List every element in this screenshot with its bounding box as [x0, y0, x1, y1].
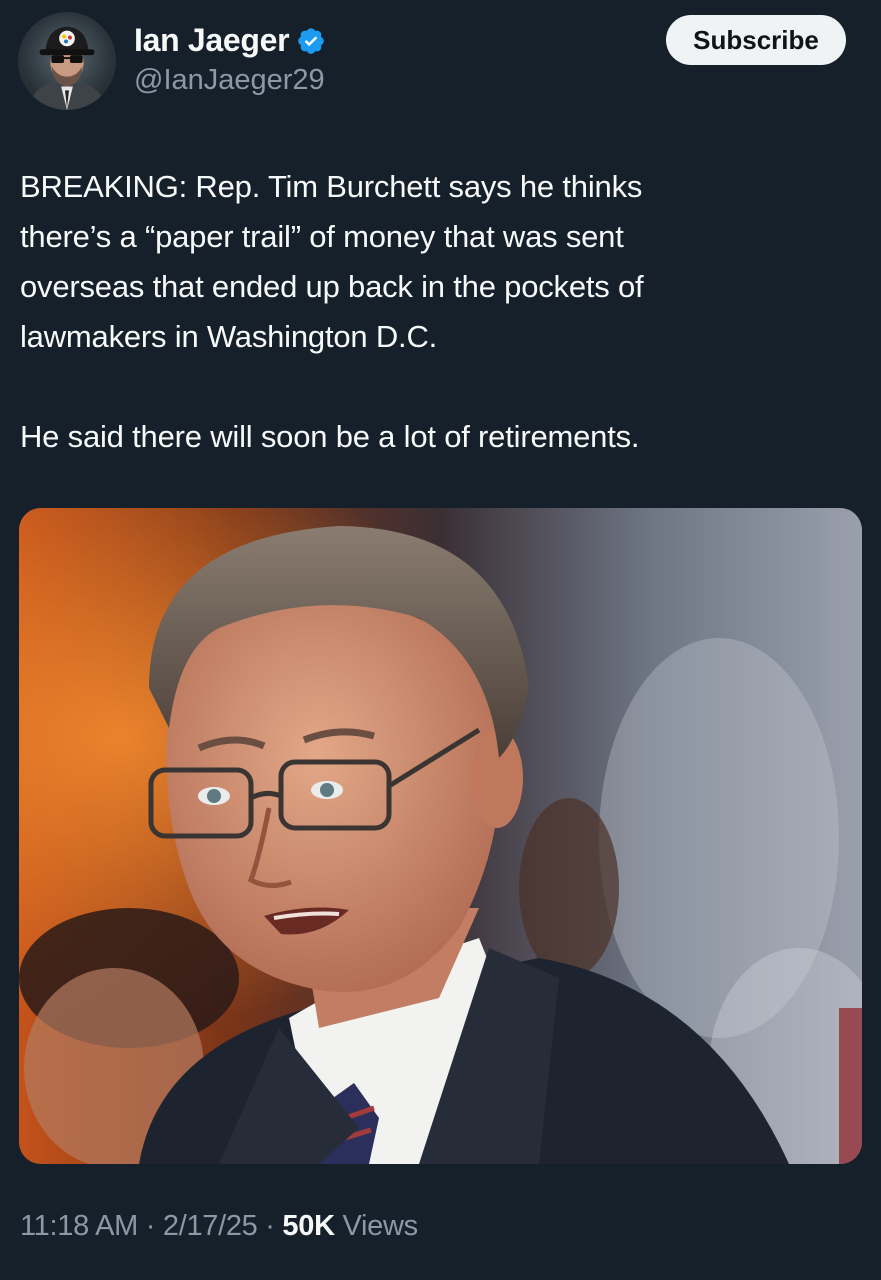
photo-of-man-in-glasses [19, 508, 862, 1164]
subscribe-button[interactable]: Subscribe [666, 15, 846, 65]
tweet-paragraph: He said there will soon be a lot of reti… [20, 419, 640, 454]
author-handle[interactable]: @IanJaeger29 [134, 64, 325, 97]
tweet-photo[interactable] [19, 508, 862, 1164]
tweet-text: BREAKING: Rep. Tim Burchett says he thin… [20, 162, 865, 462]
author-avatar[interactable] [18, 12, 116, 110]
tweet-date[interactable]: 2/17/25 [163, 1210, 258, 1242]
meta-separator: · [137, 1210, 163, 1242]
tweet-paragraph: BREAKING: Rep. Tim Burchett says he thin… [20, 169, 644, 354]
tweet-time[interactable]: 11:18 AM [20, 1210, 138, 1242]
views-count[interactable]: 50K [282, 1210, 335, 1242]
meta-separator: · [257, 1210, 283, 1242]
author-name-row[interactable]: Ian Jaeger [134, 22, 326, 59]
author-display-name[interactable]: Ian Jaeger [134, 22, 290, 59]
verified-badge-icon [296, 26, 326, 56]
tweet-header: Ian Jaeger @IanJaeger29 Subscribe [0, 0, 881, 120]
views-label: Views [334, 1210, 418, 1242]
avatar-steelers-cap-icon [27, 26, 107, 110]
tweet-meta: 11:18 AM · 2/17/25 · 50K Views [20, 1210, 418, 1243]
